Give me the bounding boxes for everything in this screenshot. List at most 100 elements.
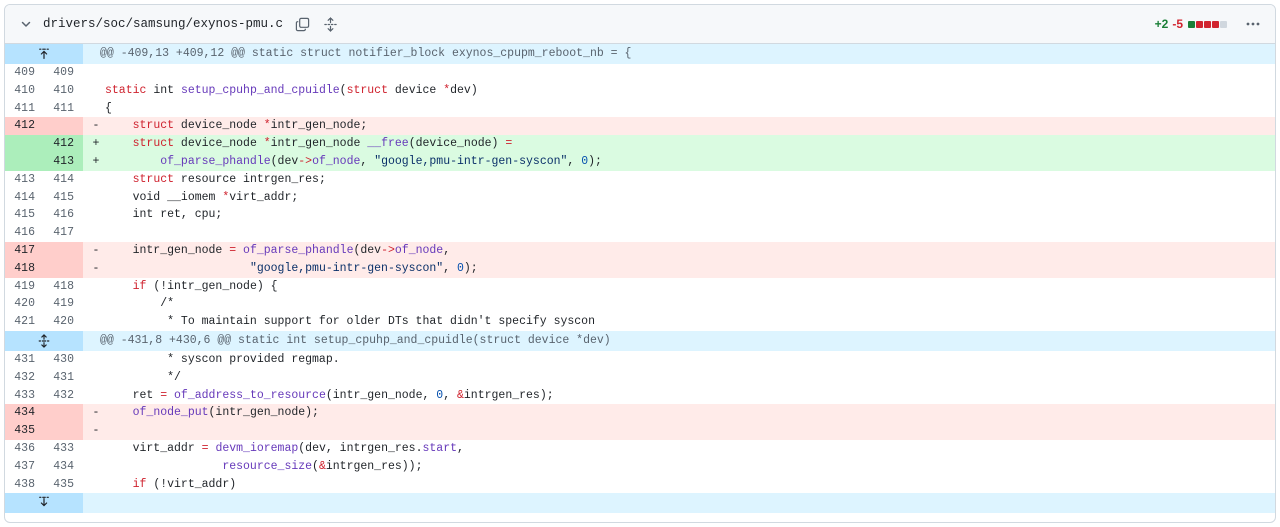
- old-line-number[interactable]: 433: [5, 386, 44, 405]
- new-line-number[interactable]: 417: [44, 224, 83, 242]
- diff-marker: [83, 351, 105, 369]
- collapse-file-button[interactable]: [17, 15, 35, 33]
- code-token: (dev: [270, 154, 299, 168]
- expand-both-button[interactable]: [5, 330, 83, 351]
- new-line-number[interactable]: 435: [44, 475, 83, 494]
- code-token: ,: [443, 243, 451, 257]
- old-line-number[interactable]: 434: [5, 404, 44, 423]
- diffstat-block: [1220, 20, 1227, 28]
- old-line-number[interactable]: 437: [5, 457, 44, 476]
- code-line: struct device_node *intr_gen_node __free…: [105, 135, 1275, 153]
- code-token: dev): [450, 83, 478, 97]
- expand-down-button[interactable]: [5, 493, 83, 514]
- old-line-number[interactable]: 409: [5, 64, 44, 82]
- old-line-number[interactable]: 420: [5, 295, 44, 314]
- new-line-number[interactable]: 434: [44, 457, 83, 476]
- new-line-number[interactable]: 432: [44, 386, 83, 405]
- old-line-number[interactable]: 438: [5, 475, 44, 494]
- context-line-row: 436 433 virt_addr = devm_ioremap(dev, int…: [5, 439, 1275, 458]
- code-token: int: [146, 83, 181, 97]
- deleted-line-row: 412 - struct device_node *intr_gen_node;: [5, 117, 1275, 136]
- new-line-number[interactable]: 430: [44, 350, 83, 369]
- old-line-number[interactable]: 413: [5, 170, 44, 189]
- new-line-number[interactable]: 420: [44, 313, 83, 331]
- code-token: static: [105, 83, 147, 97]
- old-line-number[interactable]: 410: [5, 81, 44, 100]
- new-line-number[interactable]: 412: [44, 135, 83, 153]
- context-line-row: 415 416 int ret, cpu;: [5, 206, 1275, 225]
- new-line-number[interactable]: [44, 241, 83, 260]
- new-line-number[interactable]: 431: [44, 368, 83, 387]
- new-line-number[interactable]: 414: [44, 170, 83, 189]
- old-line-number[interactable]: 417: [5, 241, 44, 260]
- old-line-number[interactable]: [5, 152, 44, 171]
- file-path[interactable]: drivers/soc/samsung/exynos-pmu.c: [43, 17, 283, 31]
- new-line-number[interactable]: 409: [44, 64, 83, 82]
- code-token: * syscon provided regmap.: [105, 352, 340, 366]
- new-line-number[interactable]: [44, 117, 83, 136]
- code-token: (dev: [353, 243, 382, 257]
- code-token: setup_cpuhp_and_cpuidle: [180, 83, 340, 97]
- diff-marker: [83, 295, 105, 313]
- old-line-number[interactable]: 414: [5, 188, 44, 207]
- context-line-row: 414 415 void __iomem *virt_addr;: [5, 188, 1275, 207]
- code-token: "google,pmu-intr-gen-syscon": [374, 154, 568, 168]
- new-line-number[interactable]: 413: [44, 152, 83, 171]
- code-token: of_parse_phandle: [160, 154, 271, 168]
- code-token: struct: [132, 137, 175, 151]
- new-line-number[interactable]: [44, 259, 83, 278]
- code-line: if (!intr_gen_node) {: [105, 278, 1275, 296]
- diff-marker: +: [92, 137, 100, 151]
- diffstat-block: [1212, 20, 1219, 28]
- old-line-number[interactable]: 432: [5, 368, 44, 387]
- hunk-header-row: @@ -431,8 +430,6 @@ static int setup_cpu…: [5, 330, 1275, 351]
- new-line-number[interactable]: 433: [44, 439, 83, 458]
- additions-count: +2: [1154, 17, 1169, 31]
- old-line-number[interactable]: 412: [5, 117, 44, 136]
- diff-marker: [83, 313, 105, 331]
- diff-marker: [83, 100, 105, 118]
- old-line-number[interactable]: 421: [5, 313, 44, 331]
- new-line-number[interactable]: [44, 404, 83, 423]
- file-header: drivers/soc/samsung/exynos-pmu.c +2 -5: [5, 5, 1275, 44]
- code-line: void __iomem *virt_addr;: [105, 189, 1275, 207]
- new-line-number[interactable]: 419: [44, 295, 83, 314]
- copy-path-button[interactable]: [293, 15, 311, 33]
- new-line-number[interactable]: [44, 422, 83, 440]
- old-line-number[interactable]: [5, 135, 44, 153]
- old-line-number[interactable]: 435: [5, 422, 44, 440]
- file-options-button[interactable]: [1241, 12, 1265, 36]
- new-line-number[interactable]: 415: [44, 188, 83, 207]
- code-token: if: [132, 477, 147, 491]
- added-line-row: 413 + of_parse_phandle(dev->of_node, "goo…: [5, 152, 1275, 171]
- code-line: static int setup_cpuhp_and_cpuidle(struc…: [105, 82, 1275, 100]
- new-line-number[interactable]: 416: [44, 206, 83, 225]
- old-line-number[interactable]: 411: [5, 99, 44, 118]
- old-line-number[interactable]: 416: [5, 224, 44, 242]
- code-token: struct: [132, 172, 175, 186]
- expand-all-button[interactable]: [321, 15, 339, 33]
- context-line-row: 410 410 static int setup_cpuhp_and_cpuidle…: [5, 81, 1275, 100]
- old-line-number[interactable]: 415: [5, 206, 44, 225]
- code-line: struct resource intrgen_res;: [105, 171, 1275, 189]
- code-token: resource_size: [222, 459, 313, 473]
- context-line-row: 437 434 resource_size(&intrgen_res));: [5, 457, 1275, 476]
- new-line-number[interactable]: 410: [44, 81, 83, 100]
- old-line-number[interactable]: 418: [5, 259, 44, 278]
- expand-up-button[interactable]: [5, 44, 83, 64]
- old-line-number[interactable]: 436: [5, 439, 44, 458]
- code-token: intr_gen_node;: [270, 119, 368, 133]
- code-line: ret = of_address_to_resource(intr_gen_no…: [105, 387, 1275, 405]
- diff-marker: [83, 440, 105, 458]
- code-token: start: [422, 441, 458, 455]
- context-line-row: 413 414 struct resource intrgen_res;: [5, 170, 1275, 189]
- old-line-number[interactable]: 419: [5, 277, 44, 296]
- new-line-number[interactable]: 418: [44, 277, 83, 296]
- code-token: &: [318, 459, 326, 473]
- diff-marker: [83, 387, 105, 405]
- old-line-number[interactable]: 431: [5, 350, 44, 369]
- new-line-number[interactable]: 411: [44, 99, 83, 118]
- code-token: if: [132, 279, 147, 293]
- diff-marker: [83, 64, 105, 82]
